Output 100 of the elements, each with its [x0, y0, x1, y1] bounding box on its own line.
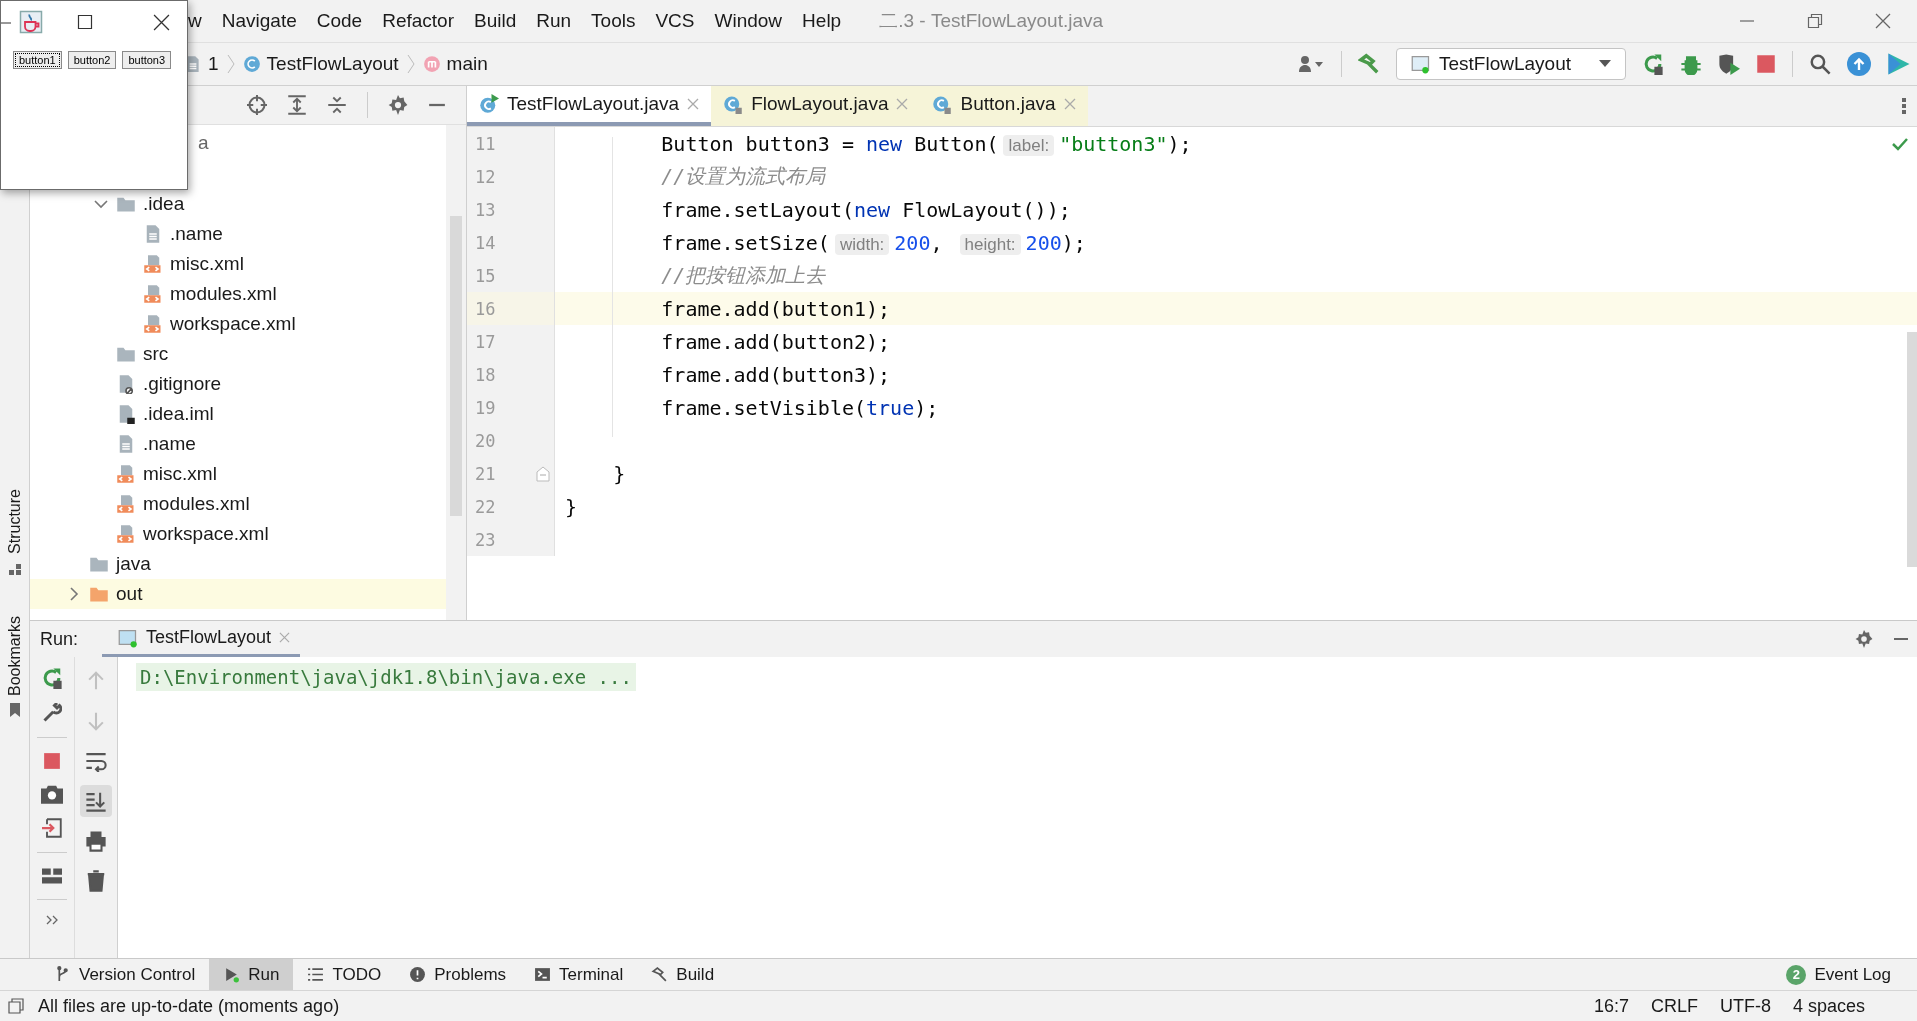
xml-icon: [143, 284, 163, 304]
hammer-icon[interactable]: [1358, 53, 1380, 75]
push-button[interactable]: button1: [13, 51, 62, 69]
line-number: 23: [475, 529, 496, 550]
line-number: 14: [475, 232, 496, 253]
line-number: 12: [475, 166, 496, 187]
class-icon: [723, 94, 744, 114]
more-icon[interactable]: [1901, 96, 1907, 116]
line-number: 21: [475, 463, 496, 484]
tree-item[interactable]: out: [30, 579, 446, 609]
tool-window-button[interactable]: TODO: [293, 959, 396, 990]
push-button[interactable]: button3: [122, 51, 172, 69]
tree-item[interactable]: misc.xml: [30, 459, 446, 489]
more-icon[interactable]: [45, 914, 59, 926]
upload-icon[interactable]: [1847, 52, 1871, 76]
tool-window-button[interactable]: Problems: [395, 959, 521, 990]
list-icon: [307, 966, 325, 983]
status-item[interactable]: CRLF: [1650, 995, 1698, 1017]
line-number: 16: [475, 298, 496, 319]
settings-icon[interactable]: [1855, 630, 1873, 648]
bug-icon[interactable]: [1680, 53, 1702, 75]
window-icon: [1411, 54, 1431, 74]
menu-item[interactable]: Tools: [591, 10, 636, 32]
editor-tab[interactable]: Button.java: [920, 86, 1088, 126]
xml-icon: [143, 254, 163, 274]
side-tab[interactable]: Structure: [5, 489, 24, 576]
line-number: 13: [475, 199, 496, 220]
tree-item[interactable]: .idea.iml: [30, 399, 446, 429]
code-line: frame.setLayout(new FlowLayout());: [660, 197, 1071, 222]
restore-icon[interactable]: [1807, 13, 1823, 29]
tool-window-button[interactable]: Version Control: [40, 959, 210, 990]
xml-icon: [116, 494, 136, 514]
breadcrumb-item[interactable]: 1: [184, 53, 219, 75]
xml-icon: [143, 314, 163, 334]
tool-window-button[interactable]: Run: [209, 959, 294, 990]
search-icon[interactable]: [1809, 53, 1831, 75]
rerun-icon[interactable]: [41, 667, 63, 689]
tree-item[interactable]: .name: [30, 429, 446, 459]
panel-title: Run:: [40, 627, 79, 651]
menu-item[interactable]: Navigate: [221, 10, 297, 32]
hammer-icon: [651, 966, 669, 983]
tree-item[interactable]: misc.xml: [30, 249, 446, 279]
editor-tab[interactable]: FlowLayout.java: [711, 86, 921, 126]
menu-item[interactable]: Build: [473, 10, 517, 32]
logo-icon[interactable]: [1887, 52, 1911, 76]
code-line: frame.add(button3);: [660, 362, 891, 387]
menu-item[interactable]: Refactor: [382, 10, 454, 32]
stop-icon[interactable]: [1756, 54, 1776, 74]
camera-icon[interactable]: [41, 784, 63, 804]
menu-item[interactable]: Code: [316, 10, 363, 32]
status-item[interactable]: 4 spaces: [1792, 995, 1865, 1017]
settings-icon[interactable]: [388, 95, 408, 115]
scroll-end-icon[interactable]: [80, 785, 112, 817]
event-log-button[interactable]: 2 Event Log: [1786, 959, 1917, 990]
stop-icon[interactable]: [43, 752, 61, 770]
warning-icon: [409, 966, 427, 983]
status-item[interactable]: 16:7: [1593, 995, 1629, 1017]
tree-item[interactable]: src: [30, 339, 446, 369]
collapse-all-icon[interactable]: [327, 95, 347, 115]
maximize-icon[interactable]: [77, 14, 93, 30]
breadcrumb-item[interactable]: TestFlowLayout: [242, 53, 399, 75]
push-button[interactable]: button2: [67, 51, 117, 69]
code-line: frame.add(button2);: [660, 329, 891, 354]
tree-item[interactable]: workspace.xml: [30, 519, 446, 549]
code-line: frame.setSize( width: 200, height: 200);: [660, 230, 1086, 255]
menu-item[interactable]: Window: [714, 10, 783, 32]
rerun-icon[interactable]: [1642, 53, 1664, 75]
window-icon: [118, 627, 139, 648]
status-item[interactable]: UTF-8: [1719, 995, 1771, 1017]
tree-item[interactable]: .idea: [30, 189, 446, 219]
run-configuration-dropdown[interactable]: TestFlowLayout: [1396, 48, 1626, 80]
tree-item[interactable]: modules.xml: [30, 279, 446, 309]
tree-item[interactable]: .gitignore: [30, 369, 446, 399]
editor-tab[interactable]: TestFlowLayout.java: [467, 86, 712, 126]
menu-item[interactable]: w: [188, 10, 202, 32]
check-icon: [1891, 137, 1909, 151]
menu-item[interactable]: Run: [536, 10, 572, 32]
expand-all-icon[interactable]: [287, 95, 307, 115]
tool-window-button[interactable]: Build: [637, 959, 729, 990]
menu-item[interactable]: VCS: [655, 10, 695, 32]
locate-icon[interactable]: [247, 95, 267, 115]
scrollbar[interactable]: [1907, 332, 1917, 567]
tool-window-button[interactable]: Terminal: [520, 959, 638, 990]
tree-item[interactable]: modules.xml: [30, 489, 446, 519]
terminal-icon: [534, 966, 552, 983]
layout-icon[interactable]: [42, 867, 62, 885]
tree-item[interactable]: java: [30, 549, 446, 579]
side-tab[interactable]: Bookmarks: [5, 615, 24, 718]
scrollbar[interactable]: [450, 216, 462, 516]
tree-item[interactable]: .name: [30, 219, 446, 249]
shield-run-icon[interactable]: [1718, 53, 1740, 75]
class-icon: [932, 94, 953, 114]
breadcrumb-item[interactable]: main: [422, 53, 488, 75]
tree-item[interactable]: workspace.xml: [30, 309, 446, 339]
code-line: //把按钮添加上去: [660, 262, 826, 289]
enter-icon[interactable]: [42, 818, 62, 838]
menu-item[interactable]: Help: [802, 10, 842, 32]
close-icon[interactable]: [153, 13, 170, 31]
wrench-icon[interactable]: [42, 703, 62, 723]
panel-toggle-icon[interactable]: [8, 998, 24, 1014]
